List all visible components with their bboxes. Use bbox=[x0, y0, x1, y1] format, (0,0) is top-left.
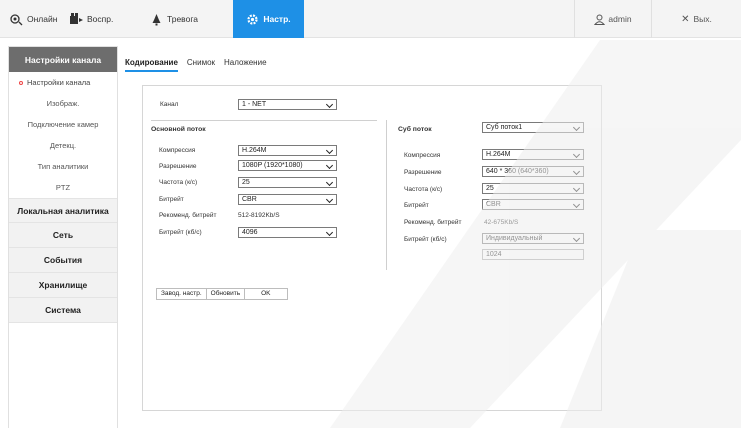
sidebar-section-system[interactable]: Система bbox=[9, 298, 117, 323]
sub-compression-label: Компрессия bbox=[404, 152, 441, 159]
sidebar-section-storage[interactable]: Хранилище bbox=[9, 273, 117, 298]
user-menu[interactable]: admin bbox=[574, 0, 651, 38]
sidebar-item-camera-connection[interactable]: Подключение камер bbox=[9, 114, 117, 135]
channel-select[interactable]: 1 - NET bbox=[238, 99, 337, 110]
nav-online[interactable]: Онлайн bbox=[10, 0, 57, 38]
main-fps-label: Частота (к/с) bbox=[159, 179, 198, 186]
divider bbox=[151, 120, 377, 121]
nav-settings[interactable]: Настр. bbox=[233, 0, 304, 38]
sub-fps-label: Частота (к/с) bbox=[404, 186, 443, 193]
sub-compression-select[interactable]: H.264M bbox=[482, 149, 584, 160]
sub-resolution-label: Разрешение bbox=[404, 169, 442, 176]
sidebar-section-local-analytics[interactable]: Локальная аналитика bbox=[9, 198, 117, 223]
sub-bitrate-mode-select[interactable]: Индивидуальный bbox=[482, 233, 584, 244]
encoding-panel bbox=[142, 85, 602, 411]
sub-bitrate-input[interactable]: 1024 bbox=[482, 249, 584, 260]
nav-playback[interactable]: Воспр. bbox=[70, 0, 113, 38]
defaults-button[interactable]: Завод. настр. bbox=[157, 289, 207, 299]
main-stream-title: Основной поток bbox=[151, 126, 206, 133]
sidebar-item-label: Настройки канала bbox=[27, 78, 91, 87]
sub-resolution-select[interactable]: 640 * 360 (640*360) bbox=[482, 166, 584, 177]
bell-icon bbox=[150, 13, 163, 26]
sub-bitrate-label: Битрейт (кб/с) bbox=[404, 236, 447, 243]
nav-alarm[interactable]: Тревога bbox=[150, 0, 198, 38]
nav-playback-label: Воспр. bbox=[87, 14, 114, 24]
sidebar-item-analytics-type[interactable]: Тип аналитики bbox=[9, 156, 117, 177]
sub-fps-select[interactable]: 25 bbox=[482, 183, 584, 194]
sidebar-item-detection[interactable]: Детекц. bbox=[9, 135, 117, 156]
main-resolution-select[interactable]: 1080P (1920*1080) bbox=[238, 160, 337, 171]
sidebar-item-ptz[interactable]: PTZ bbox=[9, 177, 117, 198]
exit-label: Вых. bbox=[693, 14, 712, 24]
main-recommended-value: 512-8192Kb/S bbox=[238, 212, 280, 219]
nav-online-label: Онлайн bbox=[27, 14, 58, 24]
main-bitrate-type-label: Битрейт bbox=[159, 196, 184, 203]
user-icon bbox=[594, 14, 606, 25]
main-bitrate-type-select[interactable]: CBR bbox=[238, 194, 337, 205]
tab-snapshot[interactable]: Снимок bbox=[187, 58, 215, 72]
sub-stream-title: Суб поток bbox=[398, 126, 432, 133]
ok-button[interactable]: OK bbox=[245, 289, 287, 299]
channel-label: Канал bbox=[160, 101, 179, 108]
tab-encoding[interactable]: Кодирование bbox=[125, 58, 178, 72]
sidebar-item-image[interactable]: Изображ. bbox=[9, 93, 117, 114]
sub-stream-select[interactable]: Суб поток1 bbox=[482, 122, 584, 133]
user-name: admin bbox=[608, 14, 632, 24]
active-dot-icon bbox=[19, 80, 23, 85]
sidebar: Настройки канала Настройки канала Изобра… bbox=[8, 46, 118, 428]
sidebar-section-events[interactable]: События bbox=[9, 248, 117, 273]
sidebar-header[interactable]: Настройки канала bbox=[9, 47, 117, 72]
action-buttons: Завод. настр. Обновить OK bbox=[156, 288, 288, 300]
main-compression-label: Компрессия bbox=[159, 147, 196, 154]
sub-recommended-value: 42-675Kb/S bbox=[484, 219, 519, 226]
main-bitrate-select[interactable]: 4096 bbox=[238, 227, 337, 238]
sidebar-section-network[interactable]: Сеть bbox=[9, 223, 117, 248]
nav-settings-label: Настр. bbox=[263, 14, 291, 24]
exit-button[interactable]: ✕ Вых. bbox=[651, 0, 741, 38]
stream-divider bbox=[386, 120, 387, 270]
gear-icon bbox=[246, 13, 259, 26]
playback-icon bbox=[70, 12, 83, 26]
main-fps-select[interactable]: 25 bbox=[238, 177, 337, 188]
sub-recommended-label: Рекоменд. битрейт bbox=[404, 219, 462, 226]
close-icon: ✕ bbox=[681, 13, 690, 25]
main-recommended-label: Рекоменд. битрейт bbox=[159, 212, 217, 219]
tab-bar: Кодирование Снимок Наложение bbox=[125, 58, 276, 72]
sidebar-item-channel-settings[interactable]: Настройки канала bbox=[9, 72, 117, 93]
main-compression-select[interactable]: H.264M bbox=[238, 145, 337, 156]
main-bitrate-label: Битрейт (кб/с) bbox=[159, 229, 202, 236]
main-resolution-label: Разрешение bbox=[159, 163, 197, 170]
top-nav-bar: Онлайн Воспр. Тревога Настр. admin ✕ Вых… bbox=[0, 0, 741, 38]
sub-bitrate-type-select[interactable]: CBR bbox=[482, 199, 584, 210]
camera-icon bbox=[10, 13, 23, 26]
refresh-button[interactable]: Обновить bbox=[206, 289, 246, 299]
nav-alarm-label: Тревога bbox=[167, 14, 198, 24]
tab-overlay[interactable]: Наложение bbox=[224, 58, 266, 72]
sub-bitrate-type-label: Битрейт bbox=[404, 202, 429, 209]
